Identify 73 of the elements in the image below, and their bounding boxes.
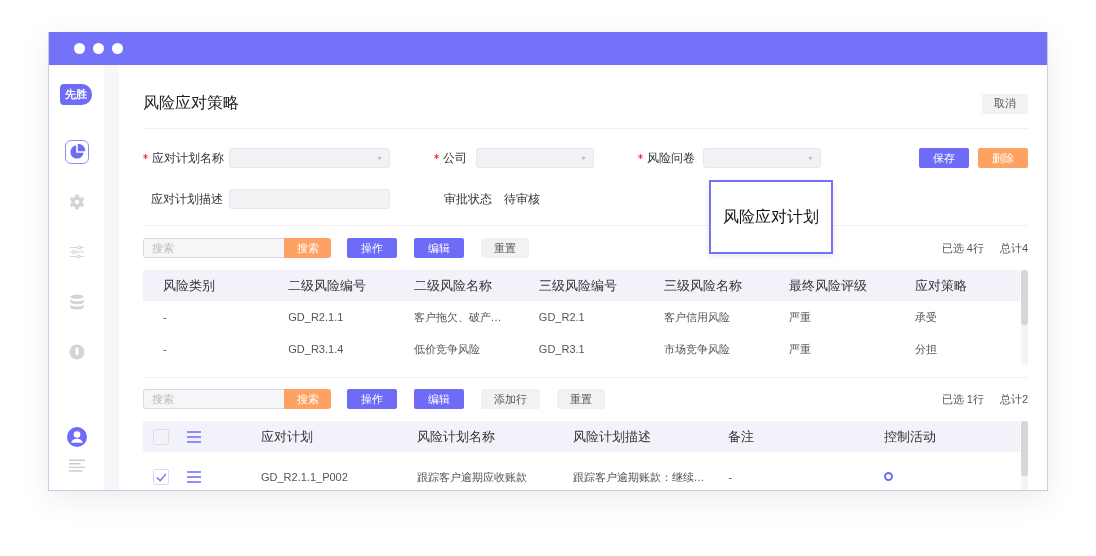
total-count: 总计2 [999, 391, 1028, 407]
table-cell: 承受 [914, 310, 937, 323]
status-value: 待审核 [504, 190, 540, 208]
total-count: 总计4 [999, 240, 1028, 256]
window-control-dot[interactable] [112, 43, 123, 54]
logo-badge: 先胜 [59, 84, 92, 105]
menu-icon[interactable] [187, 430, 201, 443]
table-cell: 客户拖欠、破产… [413, 310, 502, 323]
column-header: 三级风险名称 [663, 276, 744, 295]
column-header: 风险计划描述 [571, 427, 652, 446]
column-header: 应对计划 [260, 427, 314, 446]
field-label: 公司 [443, 150, 467, 165]
table-cell: 跟踪客户逾期应收账款 [416, 470, 527, 483]
caret-icon [808, 157, 813, 160]
table-cell: GD_R3.1.4 [288, 343, 344, 355]
toolbar-button[interactable]: 重置 [557, 389, 605, 409]
field-label: 应对计划描述 [151, 191, 223, 206]
table-cell: 严重 [789, 342, 812, 355]
table-cell: 严重 [789, 310, 812, 323]
action-button[interactable]: 编辑 [414, 389, 464, 409]
field-label: 风险问卷 [647, 150, 695, 165]
column-header: 最终风险评级 [788, 276, 869, 295]
column-header: 应对策略 [913, 276, 968, 295]
toolbar-button[interactable]: 重置 [481, 238, 529, 258]
table-cell: 市场竞争风险 [664, 342, 731, 355]
action-button[interactable]: 操作 [347, 389, 397, 409]
status-label: 审批状态 [443, 190, 492, 208]
select-field[interactable] [703, 148, 821, 168]
text-field[interactable] [229, 189, 390, 209]
table-cell: - [163, 343, 167, 355]
window-control-dot[interactable] [93, 43, 104, 54]
caret-icon [377, 157, 382, 160]
column-header: 备注 [727, 427, 756, 446]
page-title: 风险应对策略 [143, 93, 239, 113]
ring-icon[interactable] [884, 472, 894, 481]
table-cell: 低价竞争风险 [413, 342, 480, 355]
column-header: 二级风险名称 [412, 276, 493, 295]
window-control-dot[interactable] [74, 43, 85, 54]
search-field[interactable]: 搜索 [143, 389, 284, 409]
table-cell: GD_R2.1 [538, 311, 585, 323]
table-cell: GD_R2.1.1 [288, 311, 344, 323]
column-header: 二级风险编号 [287, 276, 368, 295]
scrollbar[interactable] [1021, 421, 1028, 490]
checkbox[interactable] [153, 469, 169, 485]
scrollbar[interactable] [1021, 270, 1028, 365]
search-field[interactable]: 搜索 [143, 238, 284, 258]
list-icon[interactable] [68, 459, 85, 474]
user-avatar-icon[interactable] [66, 427, 87, 447]
caret-icon [581, 157, 586, 160]
menu-icon[interactable] [187, 471, 201, 483]
action-button[interactable]: 操作 [347, 238, 397, 258]
chart-icon[interactable] [64, 140, 89, 164]
table-cell: - [163, 311, 167, 323]
table-cell: 跟踪客户逾期账款：继续… [572, 470, 705, 483]
select-field[interactable] [476, 148, 594, 168]
table-cell: 分担 [914, 342, 937, 355]
field-label: 应对计划名称 [152, 150, 224, 165]
selected-count: 已选 4行 [941, 240, 984, 256]
column-header: 三级风险编号 [537, 276, 618, 295]
table-cell: GD_R2.1.1_P002 [261, 471, 348, 483]
tooltip: 风险应对计划 [709, 180, 833, 254]
cancel-button[interactable]: 取消 [982, 93, 1028, 114]
column-header: 风险类别 [162, 276, 216, 295]
selected-count: 已选 1行 [941, 391, 984, 407]
select-field[interactable] [229, 148, 390, 168]
save-button[interactable]: 保存 [919, 148, 969, 168]
column-header: 风险计划名称 [415, 427, 496, 446]
column-header: 控制活动 [883, 427, 938, 446]
action-button[interactable]: 编辑 [414, 238, 464, 258]
table-cell: - [728, 471, 733, 483]
table-cell: 客户信用风险 [664, 310, 731, 323]
toolbar-button[interactable]: 添加行 [481, 389, 540, 409]
table-cell: GD_R3.1 [538, 343, 585, 355]
